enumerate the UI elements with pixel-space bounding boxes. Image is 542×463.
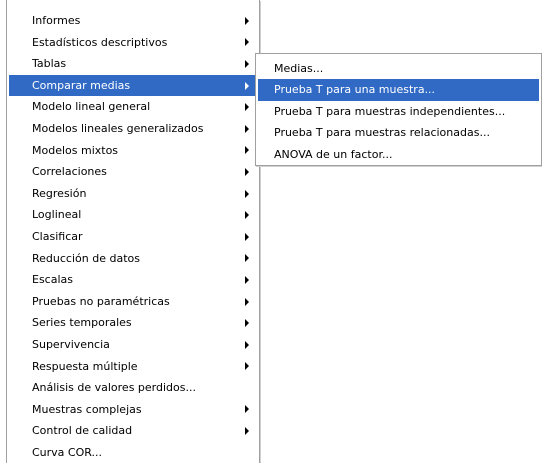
menu-item-label: Correlaciones [32, 165, 107, 179]
analyze-menu: Informes Estadísticos descriptivos Tabla… [6, 0, 260, 463]
menu-item-clasificar[interactable]: Clasificar [9, 226, 257, 248]
menu-item-escalas[interactable]: Escalas [9, 269, 257, 291]
menu-item-correlaciones[interactable]: Correlaciones [9, 161, 257, 183]
submenu-arrow-icon [245, 189, 249, 198]
submenu-arrow-icon [245, 275, 249, 284]
menu-item-label: Respuesta múltiple [32, 359, 138, 373]
submenu-item-label: Prueba T para una muestra... [274, 83, 436, 97]
menu-item-modelo-lineal-general[interactable]: Modelo lineal general [9, 96, 257, 118]
menu-item-control-de-calidad[interactable]: Control de calidad [9, 420, 257, 442]
menu-item-respuesta-multiple[interactable]: Respuesta múltiple [9, 356, 257, 378]
menu-item-tablas[interactable]: Tablas [9, 53, 257, 75]
menu-item-loglineal[interactable]: Loglineal [9, 204, 257, 226]
menu-item-label: Curva COR... [32, 445, 103, 459]
menu-item-label: Loglineal [32, 208, 82, 222]
submenu-arrow-icon [245, 167, 249, 176]
menu-item-label: Informes [32, 14, 81, 27]
menu-item-supervivencia[interactable]: Supervivencia [9, 334, 257, 356]
submenu-arrow-icon [245, 319, 249, 328]
menu-item-label: Modelo lineal general [32, 100, 151, 114]
menu-item-comparar-medias[interactable]: Comparar medias [9, 74, 257, 97]
menu-item-label: Regresión [32, 186, 87, 200]
submenu-arrow-icon [245, 146, 249, 155]
submenu-item-anova-un-factor[interactable]: ANOVA de un factor... [258, 144, 539, 165]
submenu-item-prueba-t-muestras-independientes[interactable]: Prueba T para muestras independientes... [258, 101, 539, 122]
menu-item-label: Modelos mixtos [32, 143, 119, 157]
menu-item-label: Control de calidad [32, 424, 133, 438]
menu-item-label: Series temporales [32, 316, 132, 330]
menu-item-pruebas-no-parametricas[interactable]: Pruebas no paramétricas [9, 291, 257, 313]
menu-item-estadisticos-descriptivos[interactable]: Estadísticos descriptivos [9, 32, 257, 54]
submenu-arrow-icon [245, 81, 249, 90]
menu-item-muestras-complejas[interactable]: Muestras complejas [9, 399, 257, 421]
menu-item-label: Tablas [32, 57, 67, 71]
menu-item-regresion[interactable]: Regresión [9, 183, 257, 205]
comparar-medias-submenu: Medias... Prueba T para una muestra... P… [255, 53, 542, 166]
submenu-arrow-icon [245, 103, 249, 112]
submenu-arrow-icon [245, 38, 249, 47]
submenu-arrow-icon [245, 59, 249, 68]
menu-item-label: Modelos lineales generalizados [32, 121, 204, 135]
menu-item-label: Escalas [32, 273, 73, 287]
menu-item-modelos-mixtos[interactable]: Modelos mixtos [9, 140, 257, 162]
menu-item-series-temporales[interactable]: Series temporales [9, 312, 257, 334]
submenu-arrow-icon [245, 405, 249, 414]
submenu-item-prueba-t-muestras-relacionadas[interactable]: Prueba T para muestras relacionadas... [258, 122, 539, 143]
submenu-item-prueba-t-una-muestra[interactable]: Prueba T para una muestra... [258, 79, 539, 101]
menu-item-label: Comparar medias [32, 78, 131, 92]
menu-item-reduccion-de-datos[interactable]: Reducción de datos [9, 248, 257, 270]
submenu-item-medias[interactable]: Medias... [258, 58, 539, 79]
submenu-item-label: ANOVA de un factor... [274, 147, 393, 161]
menu-item-modelos-lineales-generalizados[interactable]: Modelos lineales generalizados [9, 118, 257, 140]
submenu-item-label: Prueba T para muestras relacionadas... [274, 126, 490, 140]
menu-item-label: Análisis de valores perdidos... [32, 381, 196, 395]
submenu-arrow-icon [245, 297, 249, 306]
submenu-arrow-icon [245, 340, 249, 349]
submenu-arrow-icon [245, 427, 249, 436]
submenu-arrow-icon [245, 124, 249, 133]
menu-item-informes[interactable]: Informes [9, 10, 257, 32]
submenu-item-label: Prueba T para muestras independientes... [274, 104, 506, 118]
menu-item-analisis-valores-perdidos[interactable]: Análisis de valores perdidos... [9, 377, 257, 399]
submenu-arrow-icon [245, 232, 249, 241]
submenu-arrow-icon [245, 16, 249, 25]
menu-item-label: Muestras complejas [32, 402, 142, 416]
submenu-arrow-icon [245, 254, 249, 263]
menu-item-label: Reducción de datos [32, 251, 140, 265]
menu-item-curva-cor[interactable]: Curva COR... [9, 442, 257, 463]
submenu-arrow-icon [245, 211, 249, 220]
submenu-arrow-icon [245, 362, 249, 371]
submenu-item-label: Medias... [274, 62, 324, 75]
menu-item-label: Supervivencia [32, 337, 110, 351]
menu-item-label: Estadísticos descriptivos [32, 35, 168, 49]
menu-item-label: Clasificar [32, 229, 83, 243]
menu-item-label: Pruebas no paramétricas [32, 294, 170, 308]
